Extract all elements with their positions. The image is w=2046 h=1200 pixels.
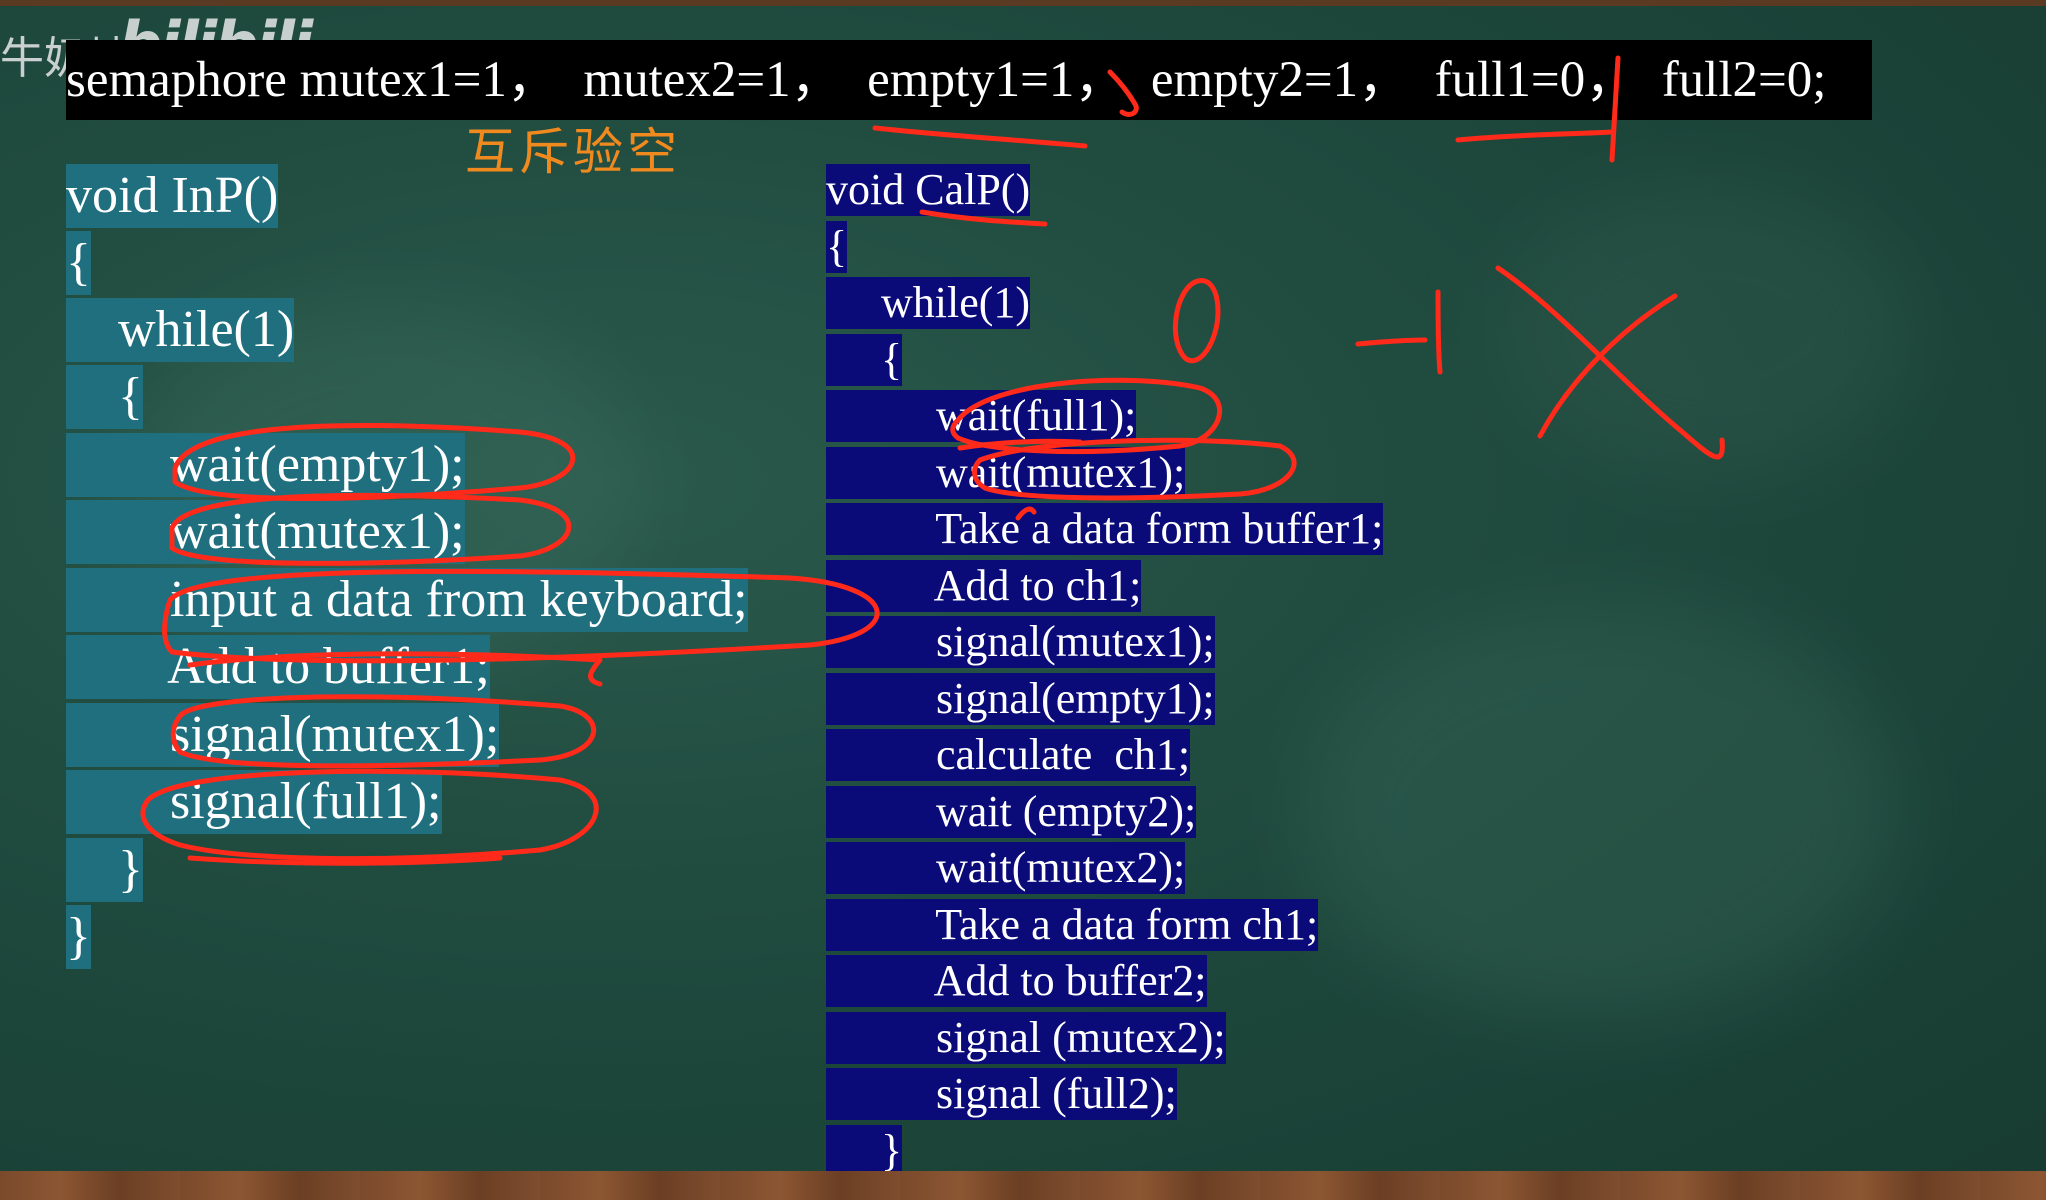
underline-empty1 [872,125,1088,149]
calp-line: while(1) [826,277,1031,329]
underline-full1 [1455,129,1615,143]
board-frame-bottom [0,1171,2046,1200]
calp-line: Add to buffer2; [826,955,1207,1007]
underline-signal-full1 [187,855,503,866]
board-frame-top [0,0,2046,6]
inp-line: { [66,365,143,429]
chalk-smudge [1500,180,1920,480]
calp-line: wait (empty2); [826,786,1197,838]
inp-line: wait(mutex1); [66,500,465,564]
inp-line: signal(mutex1); [66,703,500,767]
inp-line: wait(empty1); [66,433,465,497]
chalk-smudge [1300,600,1900,1020]
inp-line: void InP() [66,164,279,228]
handwritten-one [1435,289,1443,375]
calp-line: signal(mutex1); [826,616,1215,668]
calp-line: Take a data form buffer1; [826,503,1384,555]
handwritten-zero [1172,278,1221,364]
calp-line: signal (mutex2); [826,1012,1226,1064]
calp-line: wait(mutex1); [826,447,1186,499]
calp-line: { [826,334,903,386]
inp-line: while(1) [66,298,295,362]
inp-line: input a data from keyboard; [66,568,748,632]
calp-line: signal (full2); [826,1068,1177,1120]
calp-line: calculate ch1; [826,729,1191,781]
calp-line: } [826,1125,903,1177]
calp-procedure: void CalP() { while(1) { wait(full1); wa… [0,0,1384,1200]
calp-line: Add to ch1; [826,560,1142,612]
semaphore-declaration: semaphore mutex1=1， mutex2=1， empty1=1， … [66,40,1872,120]
handwritten-minus-one-label: -1 [1360,329,1361,331]
inp-line: } [66,838,143,902]
inp-line: { [66,231,91,295]
calp-line: void CalP() [826,164,1031,216]
calp-line: wait(mutex2); [826,842,1186,894]
inp-line: Add to buffer1; [66,635,490,699]
calp-line: Take a data form ch1; [826,899,1319,951]
chalkboard: 牛奶墙 bilibili semaphore mutex1=1， mutex2=… [0,0,2046,1200]
calp-line: signal(empty1); [826,673,1215,725]
handwritten-minus [1355,337,1428,347]
inp-line: signal(full1); [66,770,442,834]
inp-line: } [66,905,91,969]
chinese-annotation: 互斥验空 [465,123,681,181]
handwritten-zero-label: 0 [1188,343,1189,345]
calp-line: wait(full1); [826,390,1137,442]
calp-line: { [826,221,848,273]
